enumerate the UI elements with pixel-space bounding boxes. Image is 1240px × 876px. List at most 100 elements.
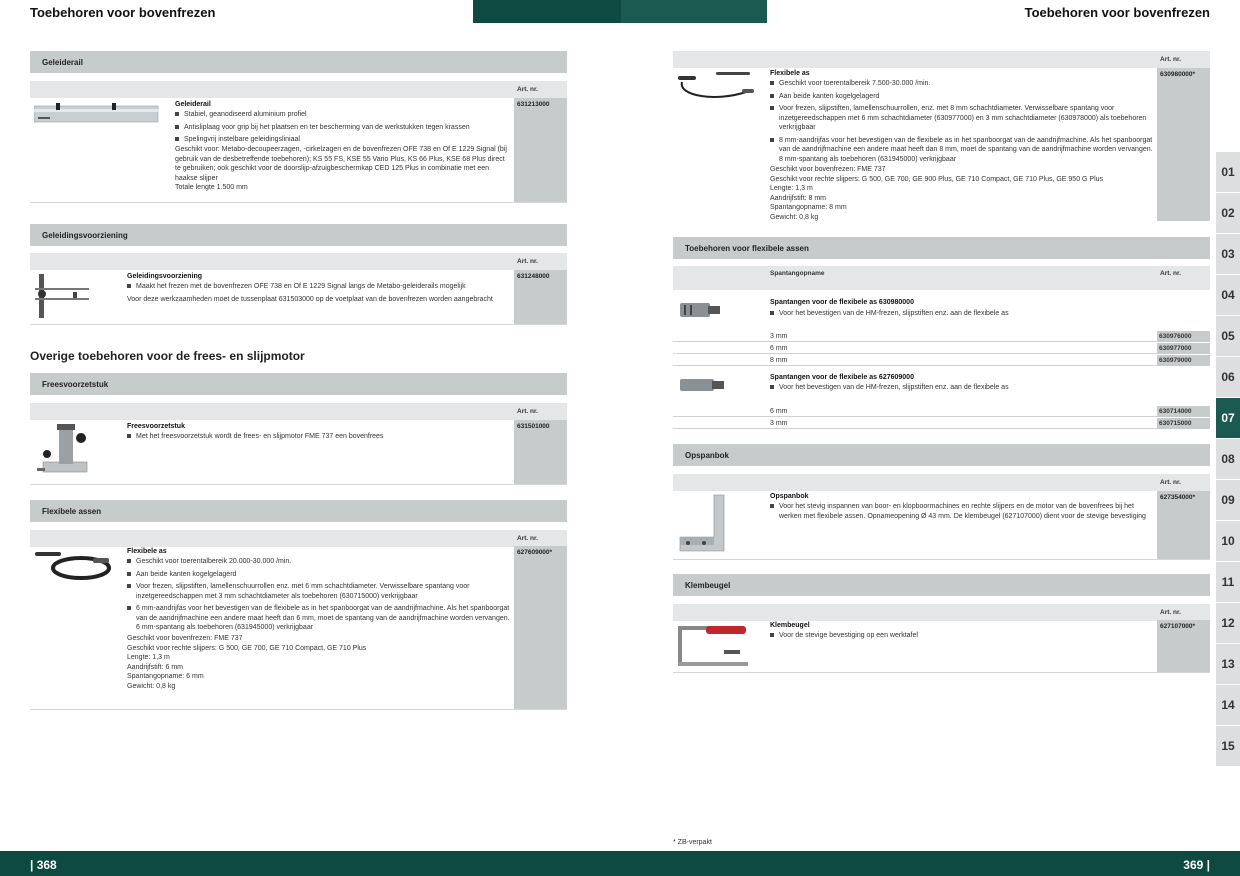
subhead-opspanbok <box>673 474 1210 491</box>
chapter-tab-01[interactable]: 01 <box>1216 152 1240 192</box>
feature-item: Voor het stevig inspannen van boor- en k… <box>770 502 1153 521</box>
artnr-value: 631213000 <box>517 101 550 108</box>
chapter-tab-04[interactable]: 04 <box>1216 275 1240 315</box>
product-description: Voor deze werkzaamheden moet de tussenpl… <box>127 296 493 303</box>
feature-item: Antisliplaag voor grip bij het plaatsen … <box>175 123 510 133</box>
divider <box>30 202 567 203</box>
subhead-flexibele-as <box>673 51 1210 68</box>
artnr-column <box>514 98 567 202</box>
artnr-header: Art. nr. <box>517 535 538 542</box>
spec-item: Spantangopname: 6 mm <box>127 673 204 680</box>
artnr-column <box>1157 68 1210 221</box>
artnr-value: 630980000* <box>1160 71 1196 78</box>
spec-item: Gewicht: 0,8 kg <box>127 682 176 690</box>
chapter-tab-10[interactable]: 10 <box>1216 521 1240 561</box>
page-number-right: 369 | <box>1183 858 1210 872</box>
feature-item: 6 mm-aandrijfas voor het bevestigen van … <box>127 604 510 633</box>
feature-item: Geschikt voor toerentalbereik 20.000-30.… <box>127 557 510 567</box>
header-left: Toebehoren voor bovenfrezen <box>0 0 473 23</box>
subhead-geleidingsvoorziening <box>30 253 567 270</box>
subhead-freesvoorzetstuk <box>30 403 567 420</box>
artnr-value: 630714000 <box>1159 408 1192 415</box>
feature-item: Maakt het frezen met de bovenfrezen OFE … <box>127 282 510 292</box>
product-title: Klembeugel <box>770 622 810 629</box>
collet-image <box>680 379 724 391</box>
chapter-tab-13[interactable]: 13 <box>1216 644 1240 684</box>
feature-item: Voor de stevige bevestiging op een werkt… <box>770 631 1153 641</box>
section-geleiderail: Geleiderail <box>30 51 567 73</box>
divider <box>30 484 567 485</box>
chapter-tab-07[interactable]: 07 <box>1216 398 1240 438</box>
guide-device-image <box>35 274 89 318</box>
clamp-image <box>678 626 748 666</box>
header-band-right <box>621 0 767 23</box>
product-title: Geleidingsvoorziening <box>127 273 203 280</box>
artnr-header: Art. nr. <box>1160 270 1181 277</box>
chapter-tab-14[interactable]: 14 <box>1216 685 1240 725</box>
subhead-label: Spantangopname <box>770 270 825 277</box>
router-attachment-image <box>37 424 88 473</box>
feature-list: Stabiel, geanodiseerd aluminium profiel … <box>175 110 510 148</box>
header-band-left <box>473 0 621 23</box>
artnr-value: 631501000 <box>517 423 550 430</box>
feature-list: Maakt het frezen met de bovenfrezen OFE … <box>127 282 510 295</box>
flexible-shaft-image <box>678 72 754 98</box>
guide-rail-image <box>34 103 159 123</box>
chapter-tab-09[interactable]: 09 <box>1216 480 1240 520</box>
flexible-shaft-image <box>35 552 111 580</box>
artnr-column <box>514 546 567 709</box>
footer-bar: | 368 369 | <box>0 851 1240 876</box>
size-label: 8 mm <box>770 357 788 364</box>
header-left-title: Toebehoren voor bovenfrezen <box>30 5 216 20</box>
feature-list: Voor het stevig inspannen van boor- en k… <box>770 502 1153 524</box>
chapter-tab-15[interactable]: 15 <box>1216 726 1240 766</box>
spec-item: Geschikt voor rechte slijpers: G 500, GE… <box>770 175 1104 183</box>
header-right: Toebehoren voor bovenfrezen <box>767 0 1240 23</box>
divider <box>673 672 1210 673</box>
footnote: * ZB-verpakt <box>673 839 712 846</box>
chapter-tab-08[interactable]: 08 <box>1216 439 1240 479</box>
size-row: 3 mm 630715000 <box>673 418 1210 429</box>
artnr-value: 627354000* <box>1160 494 1196 501</box>
feature-item: Voor het bevestigen van de HM-frezen, sl… <box>770 383 1153 393</box>
chapter-tab-12[interactable]: 12 <box>1216 603 1240 643</box>
chapter-tab-06[interactable]: 06 <box>1216 357 1240 397</box>
section-title: Overige toebehoren voor de frees- en sli… <box>30 349 305 363</box>
collet-image <box>680 303 720 317</box>
artnr-value: 627609000* <box>517 549 553 556</box>
feature-list: Voor het bevestigen van de HM-frezen, sl… <box>770 309 1153 322</box>
feature-list: Voor de stevige bevestiging op een werkt… <box>770 631 1153 644</box>
product-title: Spantangen voor de flexibele as 62760900… <box>770 374 914 381</box>
size-label: 6 mm <box>770 345 788 352</box>
spec-item: Aandrijfstift: 6 mm <box>127 663 184 671</box>
spec-list: Geschikt voor bovenfrezen: FME 737 Gesch… <box>770 165 1153 222</box>
page-number-left: | 368 <box>30 858 57 872</box>
artnr-header: Art. nr. <box>517 86 538 93</box>
artnr-value: 630977000 <box>1159 345 1192 352</box>
feature-list: Geschikt voor toerentalbereik 7.500-30.0… <box>770 79 1153 167</box>
product-description: Geschikt voor: Metabo-decoupeerzagen, -c… <box>175 146 507 182</box>
spec-item: Lengte: 1,3 m <box>127 654 170 661</box>
chapter-tab-05[interactable]: 05 <box>1216 316 1240 356</box>
spec-item: Lengte: 1,3 m <box>770 185 813 192</box>
feature-item: Geschikt voor toerentalbereik 7.500-30.0… <box>770 79 1153 89</box>
product-title: Freesvoorzetstuk <box>127 423 185 430</box>
divider <box>30 324 567 325</box>
artnr-header: Art. nr. <box>1160 609 1181 616</box>
artnr-value: 630976000 <box>1159 333 1192 340</box>
product-title: Opspanbok <box>770 493 809 500</box>
feature-item: 8 mm-aandrijfas voor het bevestigen van … <box>770 136 1153 165</box>
section-geleidingsvoorziening: Geleidingsvoorziening <box>30 224 567 246</box>
chapter-tab-03[interactable]: 03 <box>1216 234 1240 274</box>
chapter-tab-02[interactable]: 02 <box>1216 193 1240 233</box>
feature-item: Spelingvrij instelbare geleidingsliniaal <box>175 135 510 145</box>
size-label: 3 mm <box>770 333 788 340</box>
feature-list: Voor het bevestigen van de HM-frezen, sl… <box>770 383 1153 396</box>
artnr-header: Art. nr. <box>1160 479 1181 486</box>
product-title: Spantangen voor de flexibele as 63098000… <box>770 299 914 306</box>
product-title: Geleiderail <box>175 101 211 108</box>
chapter-tab-11[interactable]: 11 <box>1216 562 1240 602</box>
product-title: Flexibele as <box>127 548 167 555</box>
feature-item: Stabiel, geanodiseerd aluminium profiel <box>175 110 510 120</box>
feature-item: Met het freesvoorzetstuk wordt de frees-… <box>127 432 510 442</box>
